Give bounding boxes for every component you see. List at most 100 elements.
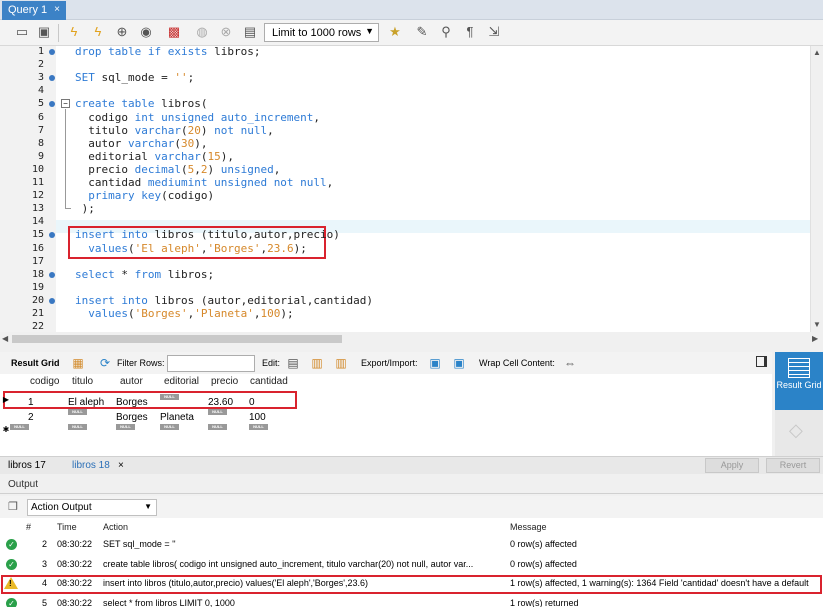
beautify-icon[interactable]: ✎ — [414, 24, 430, 40]
edit-row-icon[interactable]: ▤ — [285, 355, 301, 371]
code-line[interactable]: insert into libros (autor,editorial,cant… — [75, 294, 373, 307]
close-icon[interactable]: × — [54, 4, 60, 15]
grid-cell[interactable]: 100 — [249, 412, 266, 423]
grid-cell[interactable]: Planeta — [160, 412, 194, 423]
code-token: decimal — [134, 162, 181, 176]
null-cell[interactable]: NULL — [68, 424, 87, 430]
null-cell[interactable]: NULL — [10, 424, 29, 430]
output-row[interactable]: ✓ 5 08:30:22 select * from libros LIMIT 0, … — [0, 595, 823, 607]
stop-icon[interactable]: ◉ — [138, 24, 154, 40]
code-token: precio — [75, 162, 135, 176]
grid-header-codigo[interactable]: codigo — [30, 376, 59, 387]
null-cell[interactable]: NULL — [208, 424, 227, 430]
grid-header-editorial[interactable]: editorial — [164, 376, 199, 387]
code-token: libros; — [214, 46, 261, 58]
scroll-left-icon[interactable]: ◀ — [2, 334, 8, 343]
scroll-thumb[interactable] — [12, 335, 342, 343]
code-line[interactable]: values('Borges','Planeta',100); — [75, 307, 293, 320]
execute-current-icon[interactable]: ϟ — [90, 24, 106, 40]
tab-libros-17[interactable]: libros 17 — [8, 460, 46, 471]
editor-horizontal-scrollbar[interactable]: ◀ ▶ — [0, 332, 823, 346]
grid-cell[interactable]: El aleph — [68, 397, 104, 408]
code-line[interactable]: values('El aleph','Borges',23.6); — [75, 242, 307, 255]
code-line[interactable]: insert into libros (titulo,autor,precio) — [75, 228, 340, 241]
commit-icon[interactable]: ◍ — [194, 24, 210, 40]
null-cell[interactable]: NULL — [249, 424, 268, 430]
invisible-chars-icon[interactable]: ¶ — [462, 24, 478, 40]
output-time: 08:30:22 — [57, 539, 93, 549]
code-token: values — [88, 307, 128, 320]
output-row[interactable]: ✓ 2 08:30:22 SET sql_mode = '' 0 row(s) affe… — [0, 536, 823, 554]
wrap-lines-icon[interactable]: ⇲ — [486, 24, 502, 40]
grid-cell[interactable]: 1 — [28, 397, 34, 408]
code-line[interactable]: SET sql_mode = ''; — [75, 71, 194, 84]
tab-query-1[interactable]: Query 1 × — [2, 1, 66, 20]
grid-icon[interactable]: ▦ — [70, 355, 86, 371]
copy-icon[interactable]: ❐ — [8, 500, 18, 513]
grid-cell[interactable]: Borges — [116, 397, 148, 408]
panel-toggle-icon[interactable] — [756, 356, 767, 367]
output-row[interactable]: ! 4 08:30:22 insert into libros (titulo,aut… — [0, 575, 823, 593]
import-icon[interactable]: ▣ — [451, 355, 467, 371]
code-line[interactable]: editorial varchar(15), — [75, 150, 234, 163]
editor-vertical-scrollbar[interactable]: ▲ ▼ — [810, 46, 823, 332]
filter-rows-input[interactable] — [167, 355, 255, 372]
code-line[interactable]: primary key(codigo) — [75, 189, 214, 202]
null-cell[interactable]: NULL — [68, 409, 87, 415]
export-icon[interactable]: ▣ — [427, 355, 443, 371]
tab-libros-18[interactable]: libros 18 — [72, 460, 110, 471]
wrap-cell-icon[interactable]: ⇔ — [562, 355, 578, 371]
execute-lightning-icon[interactable]: ϟ — [66, 24, 82, 40]
result-grid-side-button[interactable]: Result Grid — [775, 352, 823, 410]
sql-editor[interactable]: 1 2 3 4 5 6 7 8 9 10 11 12 13 14 15 16 17 18 19 20 21 22 − ▲ … — [0, 46, 823, 332]
close-icon[interactable]: × — [118, 460, 124, 471]
open-folder-icon[interactable]: ▭ — [14, 24, 30, 40]
result-grid-label[interactable]: Result Grid — [11, 358, 60, 368]
revert-button[interactable]: Revert — [766, 458, 820, 473]
result-grid[interactable]: codigo titulo autor editorial precio cantidad… — [0, 374, 772, 456]
toggle-error-icon[interactable]: ▩ — [166, 24, 182, 40]
delete-row-icon[interactable]: ▥ — [333, 355, 349, 371]
explain-magnifier-icon[interactable]: ⊕ — [114, 24, 130, 40]
save-icon[interactable]: ▣ — [36, 24, 52, 40]
null-cell[interactable]: NULL — [160, 424, 179, 430]
code-token: 'Planeta' — [194, 307, 254, 320]
statement-marker-icon — [49, 75, 55, 82]
limit-rows-select[interactable]: Limit to 1000 rows ▼ — [264, 23, 379, 42]
grid-header-cantidad[interactable]: cantidad — [250, 376, 288, 387]
code-line[interactable]: ); — [75, 202, 95, 215]
grid-header-titulo[interactable]: titulo — [72, 376, 93, 387]
bookmark-star-icon[interactable]: ★ — [387, 24, 403, 40]
output-type-select[interactable]: Action Output ▼ — [27, 499, 157, 516]
grid-cell[interactable]: Borges — [116, 412, 148, 423]
find-icon[interactable]: ⚲ — [438, 24, 454, 40]
code-token: not null — [214, 123, 268, 137]
null-cell[interactable]: NULL — [160, 394, 179, 400]
code-line[interactable]: codigo int unsigned auto_increment, — [75, 111, 320, 124]
code-line[interactable]: autor varchar(30), — [75, 137, 207, 150]
fold-minus-icon[interactable]: − — [61, 99, 70, 108]
form-editor-icon[interactable]: ◇ — [789, 420, 803, 441]
grid-cell[interactable]: 23.60 — [208, 397, 233, 408]
refresh-icon[interactable]: ⟳ — [97, 355, 113, 371]
autocommit-icon[interactable]: ▤ — [242, 24, 258, 40]
code-line[interactable]: select * from libros; — [75, 268, 214, 281]
output-row[interactable]: ✓ 3 08:30:22 create table libros( codigo in… — [0, 556, 823, 574]
grid-header-precio[interactable]: precio — [211, 376, 238, 387]
code-line[interactable]: cantidad mediumint unsigned not null, — [75, 176, 333, 189]
null-cell[interactable]: NULL — [208, 409, 227, 415]
apply-button[interactable]: Apply — [705, 458, 759, 473]
scroll-right-icon[interactable]: ▶ — [812, 334, 818, 343]
code-line[interactable]: titulo varchar(20) not null, — [75, 123, 273, 137]
code-line[interactable]: create table libros( — [75, 97, 207, 110]
code-line[interactable]: drop table if exists libros; — [75, 46, 260, 58]
grid-header-autor[interactable]: autor — [120, 376, 143, 387]
null-cell[interactable]: NULL — [116, 424, 135, 430]
code-token: mediumint unsigned not null — [147, 176, 327, 189]
grid-cell[interactable]: 0 — [249, 397, 255, 408]
code-line[interactable]: precio decimal(5,2) unsigned, — [75, 163, 280, 176]
add-row-icon[interactable]: ▥ — [309, 355, 325, 371]
grid-cell[interactable]: 2 — [28, 412, 34, 423]
rollback-icon[interactable]: ⊗ — [218, 24, 234, 40]
